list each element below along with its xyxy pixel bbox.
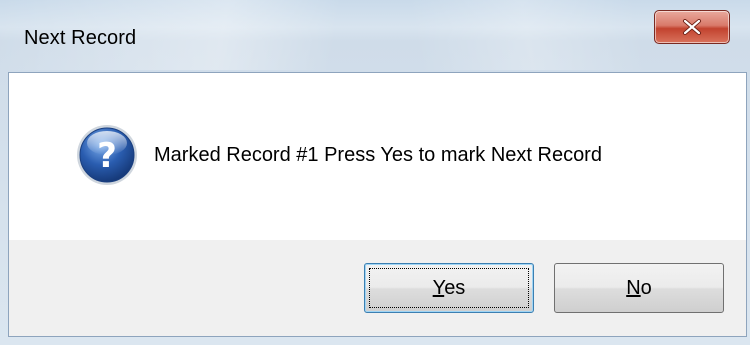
no-button-label: No xyxy=(626,277,652,300)
yes-rest: es xyxy=(444,276,466,299)
question-icon: ? xyxy=(75,123,139,187)
title-bar[interactable]: Next Record xyxy=(0,0,750,72)
no-button[interactable]: No xyxy=(554,263,724,313)
close-icon xyxy=(683,19,701,35)
dialog-message: Marked Record #1 Press Yes to mark Next … xyxy=(154,144,602,166)
close-button[interactable] xyxy=(654,10,730,44)
window-title: Next Record xyxy=(24,27,137,49)
yes-button[interactable]: Yes xyxy=(364,263,534,313)
yes-button-label: Yes xyxy=(433,277,466,300)
no-mnemonic: N xyxy=(626,276,641,299)
yes-mnemonic: Y xyxy=(432,276,445,299)
message-area: ? Marked Record #1 Press Yes to mark Nex… xyxy=(9,73,746,240)
dialog-client-area: ? Marked Record #1 Press Yes to mark Nex… xyxy=(8,72,747,337)
svg-text:?: ? xyxy=(97,136,117,176)
dialog-window: Next Record ? Marked Record #1 Press Yes… xyxy=(0,0,750,345)
no-rest: o xyxy=(640,276,652,299)
